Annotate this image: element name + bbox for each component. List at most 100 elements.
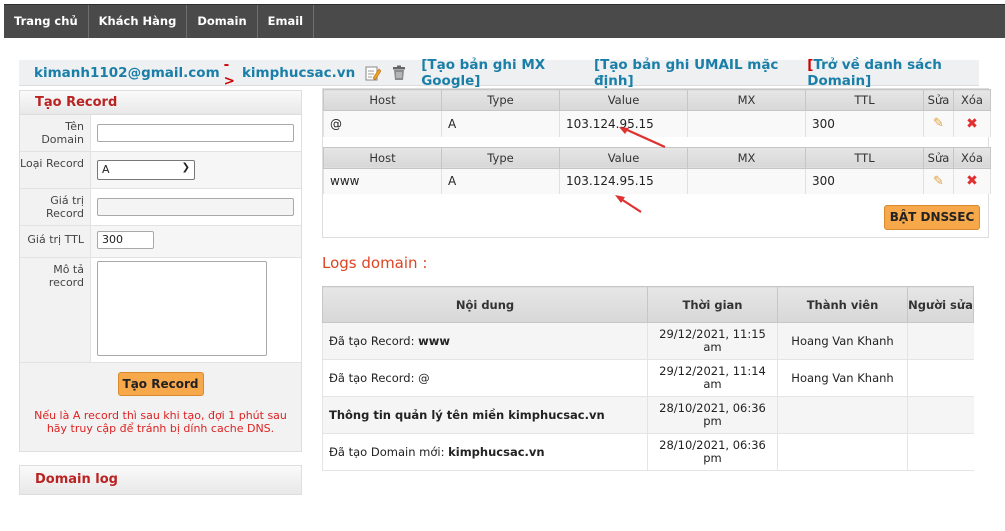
- col-edit: Sửa: [923, 89, 954, 111]
- domain-name-row: Tên Domain: [20, 115, 301, 152]
- create-record-title: Tạo Record: [20, 91, 301, 115]
- log-time-ampm: am: [703, 340, 722, 354]
- delete-record-button[interactable]: ✖: [953, 110, 991, 137]
- delete-record-button[interactable]: ✖: [953, 168, 991, 194]
- col-value: Value: [559, 89, 688, 111]
- description-label: Mô tả record: [48, 263, 84, 289]
- log-time: 29/12/2021, 11:14 am: [647, 359, 778, 397]
- domain-header-bar: kimanh1102@gmail.com -> kimphucsac.vn [T…: [19, 56, 979, 89]
- log-content-prefix: Đã tạo Record:: [329, 334, 419, 348]
- log-row: Đã tạo Domain mới: kimphucsac.vn 28/10/2…: [322, 433, 974, 471]
- col-ttl: TTL: [805, 89, 924, 111]
- back-to-domain-list-link[interactable]: [Trở về danh sách Domain]: [807, 57, 979, 89]
- log-member: Hoang Van Khanh: [777, 322, 908, 360]
- log-content-prefix: Đã tạo Record: @: [329, 371, 430, 385]
- chevron-down-icon: ❯: [181, 162, 190, 173]
- nav-customers[interactable]: Khách Hàng: [89, 5, 188, 38]
- log-time: 28/10/2021, 06:36 pm: [647, 433, 778, 471]
- record-type-row: Loại Record A ❯: [20, 152, 301, 189]
- col-mx: MX: [687, 89, 806, 111]
- log-row: Đã tạo Record: @ 29/12/2021, 11:14 am Hoa…: [322, 359, 974, 397]
- log-time-ampm: pm: [703, 451, 722, 465]
- record-value-input[interactable]: [97, 198, 294, 216]
- col-content: Nội dung: [322, 286, 648, 323]
- delete-x-icon: ✖: [966, 173, 978, 190]
- trash-icon[interactable]: [391, 65, 407, 81]
- delete-x-icon: ✖: [966, 115, 978, 132]
- log-time-date: 29/12/2021, 11:14: [659, 364, 766, 378]
- create-record-button[interactable]: Tạo Record: [117, 372, 204, 396]
- create-mx-google-link[interactable]: [Tạo bản ghi MX Google]: [421, 57, 580, 89]
- domain-name-input[interactable]: [97, 124, 294, 142]
- nav-domain[interactable]: Domain: [187, 5, 258, 38]
- log-time: 28/10/2021, 06:36 pm: [647, 396, 778, 434]
- log-content-bold: kimphucsac.vn: [448, 445, 545, 459]
- record-value-row: Giá trị Record: [20, 189, 301, 226]
- back-link-text: Trở về danh sách Domain]: [807, 56, 942, 89]
- edit-icon[interactable]: [365, 65, 382, 81]
- log-member: [777, 433, 908, 471]
- pencil-icon: ✎: [933, 173, 944, 189]
- record-type-select[interactable]: A ❯: [97, 160, 195, 180]
- col-mx: MX: [687, 146, 806, 169]
- log-editor: [907, 322, 974, 360]
- log-content: Đã tạo Record: www: [322, 322, 648, 360]
- col-type: Type: [441, 146, 560, 169]
- record-type-value: A: [102, 163, 110, 176]
- nav-home[interactable]: Trang chủ: [4, 5, 89, 38]
- log-content: Đã tạo Record: @: [322, 359, 648, 397]
- create-umail-link[interactable]: [Tạo bản ghi UMAIL mặc định]: [594, 57, 787, 89]
- log-row: Đã tạo Record: www 29/12/2021, 11:15 am H…: [322, 322, 974, 360]
- col-edit: Sửa: [923, 146, 954, 169]
- col-editor: Người sửa: [907, 286, 974, 323]
- submit-row: Tạo Record: [20, 363, 301, 405]
- col-host: Host: [323, 89, 442, 111]
- record-host: www: [323, 168, 442, 194]
- logs-title: Logs domain :: [322, 254, 428, 272]
- log-content: Thông tin quản lý tên miền kimphucsac.vn: [322, 396, 648, 434]
- ttl-row: Giá trị TTL 300: [20, 226, 301, 258]
- domain-name-link[interactable]: kimphucsac.vn: [242, 65, 355, 81]
- log-time-ampm: pm: [703, 414, 722, 428]
- edit-record-button[interactable]: ✎: [923, 110, 954, 137]
- col-host: Host: [323, 146, 442, 169]
- col-member: Thành viên: [777, 286, 908, 323]
- col-delete: Xóa: [953, 146, 991, 169]
- log-time-date: 28/10/2021, 06:36: [659, 401, 766, 415]
- record-ttl: 300: [805, 168, 924, 194]
- customer-email-link[interactable]: kimanh1102@gmail.com: [34, 65, 220, 81]
- domain-name-label: Tên Domain: [41, 120, 84, 146]
- records-panel: Host Type Value MX TTL Sửa Xóa @ A 103.1…: [322, 88, 991, 238]
- log-row: Thông tin quản lý tên miền kimphucsac.vn…: [322, 396, 974, 434]
- dns-cache-note: Nếu là A record thì sau khi tạo, đợi 1 p…: [34, 409, 287, 435]
- arrow-separator: ->: [223, 56, 235, 89]
- description-row: Mô tả record: [20, 258, 301, 363]
- log-content-prefix: Đã tạo Domain mới:: [329, 445, 449, 459]
- log-editor: [907, 359, 974, 397]
- log-time-ampm: am: [703, 377, 722, 391]
- create-record-panel: Tạo Record Tên Domain Loại Record A ❯ Gi…: [19, 90, 302, 452]
- log-time: 29/12/2021, 11:15 am: [647, 322, 778, 360]
- enable-dnssec-button[interactable]: BẬT DNSSEC: [884, 205, 980, 230]
- nav-email[interactable]: Email: [258, 5, 315, 38]
- ttl-input[interactable]: 300: [97, 231, 154, 249]
- description-textarea[interactable]: [97, 261, 267, 356]
- record-type: A: [441, 168, 560, 194]
- record-value-label: Giá trị Record: [45, 194, 84, 220]
- log-content-bold: www: [418, 334, 450, 348]
- top-nav: Trang chủ Khách Hàng Domain Email: [4, 4, 1005, 38]
- col-delete: Xóa: [953, 89, 991, 111]
- log-editor: [907, 396, 974, 434]
- record-mx: [687, 168, 806, 194]
- log-member: [777, 396, 908, 434]
- domain-log-panel: Domain log: [19, 465, 302, 495]
- col-ttl: TTL: [805, 146, 924, 169]
- edit-record-button[interactable]: ✎: [923, 168, 954, 194]
- record-type: A: [441, 110, 560, 137]
- log-time-date: 29/12/2021, 11:15: [659, 327, 766, 341]
- record-mx: [687, 110, 806, 137]
- log-member: Hoang Van Khanh: [777, 359, 908, 397]
- log-content-bold: Thông tin quản lý tên miền kimphucsac.vn: [329, 408, 605, 422]
- annotation-arrows: [615, 127, 666, 213]
- logs-table: Nội dung Thời gian Thành viên Người sửa …: [322, 286, 974, 471]
